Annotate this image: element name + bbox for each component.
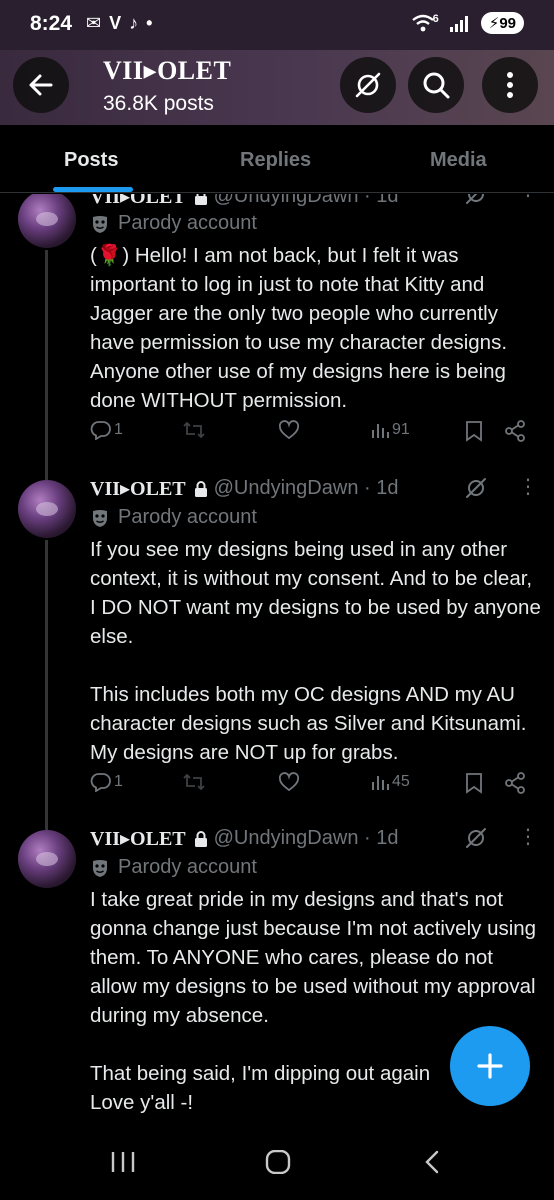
like-button[interactable] — [278, 420, 300, 440]
grok-explain-icon[interactable] — [464, 826, 488, 850]
grok-explain-icon[interactable] — [464, 194, 488, 206]
search-icon — [423, 72, 450, 99]
status-time: 8:24 — [30, 12, 73, 35]
heart-icon — [278, 420, 300, 440]
repost-icon — [183, 773, 205, 791]
share-icon — [505, 420, 525, 442]
bookmark-button[interactable] — [465, 420, 483, 442]
system-navigation-bar — [0, 1124, 554, 1200]
bookmark-icon — [466, 421, 482, 442]
mail-icon: ✉ — [86, 13, 102, 33]
plus-icon — [477, 1053, 503, 1079]
post-more-icon[interactable]: ⋮ — [518, 474, 538, 499]
system-icons: 6 ⚡99 — [411, 12, 524, 34]
profile-tabs: Posts Replies Media — [0, 125, 554, 193]
grok-explain-icon[interactable] — [464, 476, 488, 500]
more-vertical-icon — [507, 72, 513, 98]
tab-posts[interactable]: Posts — [64, 149, 118, 172]
lock-icon — [194, 830, 208, 847]
views-button[interactable]: 91 — [370, 420, 410, 440]
profile-name: VII▸OLET — [103, 56, 232, 85]
post-actions: 1 45 — [90, 772, 530, 802]
search-button[interactable] — [408, 57, 464, 113]
post-actions: 1 91 — [90, 420, 530, 450]
like-button[interactable] — [278, 772, 300, 792]
bookmark-button[interactable] — [465, 772, 483, 794]
notification-icons: ✉ V ♪ • — [86, 13, 152, 34]
network-type: 6 — [432, 13, 439, 25]
more-options-button[interactable] — [482, 57, 538, 113]
heart-icon — [278, 772, 300, 792]
share-button[interactable] — [504, 772, 526, 794]
profile-header: VII▸OLET 36.8K posts — [0, 50, 554, 125]
post-count: 36.8K posts — [103, 92, 214, 115]
parody-label: Parody account — [118, 856, 257, 878]
post-text: If you see my designs being used in any … — [90, 538, 541, 764]
share-icon — [505, 772, 525, 794]
post-handle-time[interactable]: @UndyingDawn · 1d — [214, 477, 399, 500]
avatar[interactable] — [18, 194, 76, 248]
avatar[interactable] — [18, 830, 76, 888]
repost-button[interactable] — [182, 772, 206, 792]
post-handle-time[interactable]: @UndyingDawn · 1d — [214, 827, 399, 850]
status-bar: 8:24 ✉ V ♪ • 6 ⚡99 — [0, 0, 554, 50]
v-app-icon: V — [109, 13, 122, 33]
grok-icon — [355, 72, 381, 98]
reply-icon — [90, 773, 111, 792]
parody-mask-icon — [90, 858, 110, 878]
views-icon — [372, 424, 389, 438]
wifi-icon: 6 — [411, 13, 439, 33]
battery-level: 99 — [499, 15, 516, 32]
tiktok-icon: ♪ — [129, 13, 139, 33]
tab-replies[interactable]: Replies — [240, 149, 311, 172]
parody-label: Parody account — [118, 212, 257, 234]
post[interactable]: VII▸OLET @UndyingDawn · 1d ⋮ Parody acco… — [0, 476, 554, 826]
back-arrow-icon — [29, 74, 53, 96]
view-count: 91 — [392, 421, 410, 438]
lock-icon — [194, 194, 208, 205]
reply-button[interactable]: 1 — [90, 420, 123, 440]
home-button[interactable] — [265, 1150, 291, 1174]
back-nav-button[interactable] — [422, 1150, 442, 1174]
more-notifications-icon: • — [146, 13, 153, 33]
home-icon — [265, 1150, 291, 1174]
post-author-name[interactable]: VII▸OLET — [90, 826, 186, 851]
post-more-icon[interactable]: ⋮ — [518, 194, 538, 201]
post-text: (🌹) Hello! I am not back, but I felt it … — [90, 244, 512, 412]
recent-apps-button[interactable] — [110, 1150, 136, 1174]
share-button[interactable] — [504, 420, 526, 442]
compose-post-button[interactable] — [450, 1026, 530, 1106]
parody-label: Parody account — [118, 506, 257, 528]
view-count: 45 — [392, 773, 410, 790]
views-button[interactable]: 45 — [370, 772, 410, 792]
repost-icon — [183, 421, 205, 439]
reply-button[interactable]: 1 — [90, 772, 123, 792]
repost-button[interactable] — [182, 420, 206, 440]
post-author-name[interactable]: VII▸OLET — [90, 194, 186, 209]
avatar[interactable] — [18, 480, 76, 538]
parody-mask-icon — [90, 508, 110, 528]
reply-count: 1 — [114, 773, 123, 790]
reply-icon — [90, 421, 111, 440]
reply-count: 1 — [114, 421, 123, 438]
signal-icon — [449, 14, 471, 32]
parody-mask-icon — [90, 214, 110, 234]
post-handle-time[interactable]: @UndyingDawn · 1d — [214, 194, 399, 208]
battery-indicator: ⚡99 — [480, 12, 524, 34]
post[interactable]: VII▸OLET @UndyingDawn · 1d ⋮ Parody acco… — [0, 194, 554, 486]
grok-button[interactable] — [340, 57, 396, 113]
back-button[interactable] — [13, 57, 69, 113]
post-author-name[interactable]: VII▸OLET — [90, 476, 186, 501]
recent-apps-icon — [111, 1152, 135, 1172]
lock-icon — [194, 480, 208, 497]
post-more-icon[interactable]: ⋮ — [518, 824, 538, 849]
tab-media[interactable]: Media — [430, 149, 487, 172]
post-feed[interactable]: VII▸OLET @UndyingDawn · 1d ⋮ Parody acco… — [0, 194, 554, 1124]
views-icon — [372, 776, 389, 790]
active-tab-indicator — [53, 187, 133, 192]
back-chevron-icon — [425, 1150, 439, 1174]
bookmark-icon — [466, 773, 482, 794]
